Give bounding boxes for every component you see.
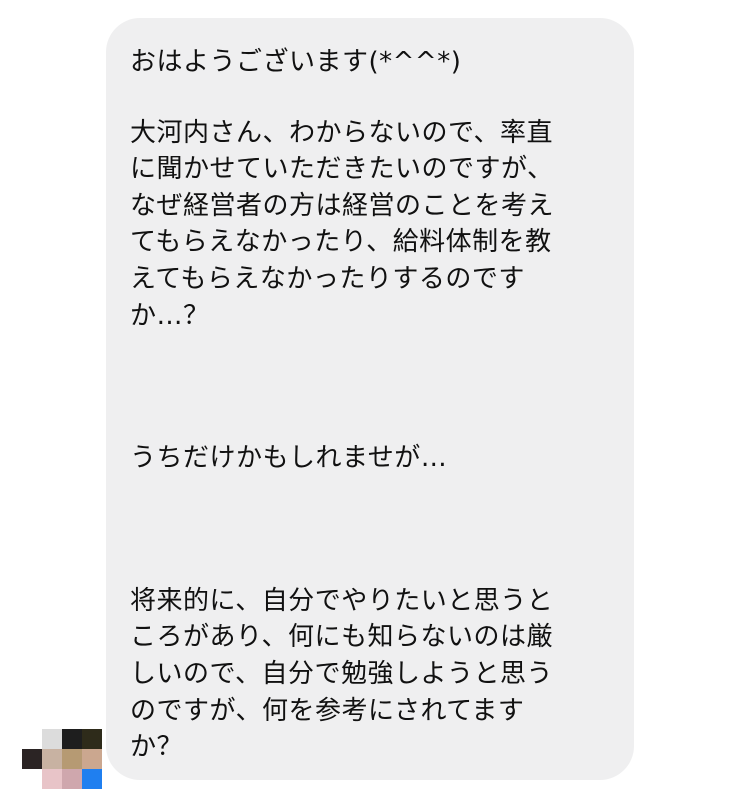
avatar-pixel <box>22 749 42 769</box>
avatar-pixel <box>22 729 42 749</box>
avatar-pixel <box>82 729 102 749</box>
avatar-pixel <box>42 749 62 769</box>
chat-view: おはようございます(*^^*) 大河内さん、わからないので、率直 に聞かせていた… <box>0 0 750 795</box>
avatar-pixel <box>62 749 82 769</box>
message-paragraph-greeting: おはようございます(*^^*) <box>130 47 462 77</box>
avatar-pixel <box>62 729 82 749</box>
avatar-pixel <box>82 749 102 769</box>
avatar-pixel <box>62 769 82 789</box>
message-paragraph-followup: 将来的に、自分でやりたいと思うと ころがあり、何にも知らないのは厳 しいので、自… <box>130 585 554 763</box>
avatar-pixel <box>82 769 102 789</box>
avatar-pixel <box>22 769 42 789</box>
avatar-pixel <box>42 729 62 749</box>
message-paragraph-question: 大河内さん、わからないので、率直 に聞かせていただきたいのですが、 なぜ経営者の… <box>130 117 555 331</box>
avatar-pixel <box>42 769 62 789</box>
avatar[interactable] <box>22 729 102 789</box>
message-paragraph-aside: うちだけかもしれませが… <box>130 443 448 474</box>
message-bubble[interactable]: おはようございます(*^^*) 大河内さん、わからないので、率直 に聞かせていた… <box>106 18 634 780</box>
